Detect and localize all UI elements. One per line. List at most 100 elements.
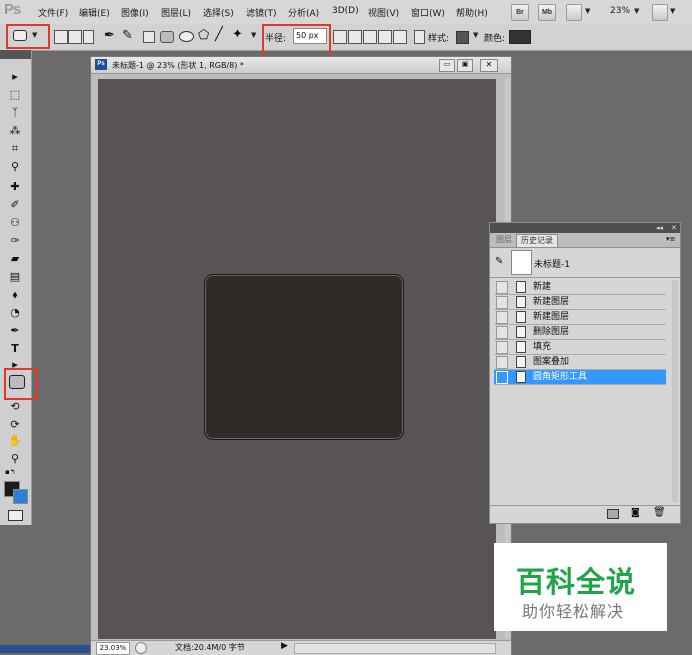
quick-mask-icon[interactable] [8,510,23,521]
menu-select[interactable]: 选择(S) [203,6,234,19]
status-menu-arrow-icon[interactable]: ▶ [281,641,288,651]
snapshot-row[interactable]: ✎ 未标题-1 [490,247,680,278]
tab-layers[interactable]: 图层 [492,234,516,246]
mini-bridge-button[interactable]: Mb [538,4,556,21]
horizontal-scrollbar[interactable] [294,643,496,654]
zoom-level[interactable]: 23% [610,6,630,16]
fill-pixels-icon[interactable] [83,30,94,44]
menu-filter[interactable]: 滤镜(T) [246,6,277,19]
menu-layer[interactable]: 图层(L) [161,6,191,19]
history-step[interactable]: 新建图层 [494,295,666,310]
menu-edit[interactable]: 编辑(E) [79,6,110,19]
history-step-selected[interactable]: 圆角矩形工具 [494,370,666,385]
dodge-tool-icon[interactable]: ◔ [7,306,23,320]
add-shape-area-icon[interactable] [348,30,362,44]
line-shape-icon[interactable]: ╱ [215,27,223,42]
healing-brush-tool-icon[interactable]: ✚ [7,180,23,194]
history-step[interactable]: 图案叠加 [494,355,666,370]
custom-shape-icon[interactable]: ✦ [232,27,243,42]
3d-orbit-tool-icon[interactable]: ⟳ [7,418,23,432]
bridge-button[interactable]: Br [511,4,529,21]
history-step[interactable]: 填充 [494,340,666,355]
3d-rotate-tool-icon[interactable]: ⟲ [7,400,23,414]
menu-view[interactable]: 视图(V) [368,6,399,19]
ellipse-shape-icon[interactable] [179,31,194,42]
pen-tool-icon[interactable]: ✒ [7,324,23,338]
history-step[interactable]: 新建 [494,280,666,295]
clone-stamp-tool-icon[interactable]: ⚇ [7,216,23,230]
history-step-icon [516,326,526,338]
arrange-documents-button[interactable] [652,4,668,21]
radius-input[interactable]: 50 px [293,28,327,44]
move-tool-icon[interactable]: ▸ [7,70,23,84]
subtract-shape-area-icon[interactable] [363,30,377,44]
menu-3d[interactable]: 3D(D) [332,6,359,16]
rounded-rectangle-icon[interactable] [13,30,27,41]
lasso-tool-icon[interactable]: ᛉ [7,106,23,120]
status-info-icon[interactable] [135,642,147,654]
rounded-rectangle-shape-icon[interactable] [160,31,174,43]
background-color-swatch[interactable] [13,489,28,504]
document-title-bar[interactable]: Ps 未标题-1 @ 23% (形状 1, RGB/8) * ▭ ▣ ✕ [91,57,511,74]
menu-analysis[interactable]: 分析(A) [288,6,319,19]
freeform-pen-icon[interactable]: ✎ [122,28,133,43]
link-layer-icon[interactable] [414,30,425,44]
maximize-icon[interactable]: ▣ [457,59,473,72]
panel-menu-icon[interactable]: ▾≡ [666,235,675,243]
exclude-shape-area-icon[interactable] [393,30,407,44]
menu-image[interactable]: 图像(I) [121,6,149,19]
marquee-tool-icon[interactable]: ⬚ [7,88,23,102]
style-swatch[interactable] [456,31,469,44]
camera-snapshot-icon[interactable]: ◙ [631,508,640,518]
chevron-down-icon[interactable]: ▼ [473,31,478,39]
zoom-tool-icon[interactable]: ⚲ [7,452,23,466]
chevron-down-icon[interactable]: ▼ [32,31,37,39]
view-extras-button[interactable] [566,4,582,21]
menu-file[interactable]: 文件(F) [38,6,68,19]
tab-history[interactable]: 历史记录 [516,234,558,247]
history-brush-tool-icon[interactable]: ✑ [7,234,23,248]
menu-window[interactable]: 窗口(W) [411,6,445,19]
history-brush-source-icon[interactable]: ✎ [495,256,503,267]
panel-scrollbar[interactable] [672,280,678,502]
history-step[interactable]: 删除图层 [494,325,666,340]
collapse-icon[interactable]: ◂◂ [656,223,663,233]
gradient-tool-icon[interactable]: ▤ [7,270,23,284]
shape-layers-icon[interactable] [54,30,68,44]
zoom-field[interactable]: 23.03% [96,642,130,655]
eyedropper-tool-icon[interactable]: ⚲ [7,160,23,174]
panel-footer: ◙ 🗑 [490,505,680,522]
pen-tool-icon[interactable]: ✒ [104,28,115,43]
rectangle-shape-icon[interactable] [143,31,155,43]
intersect-shape-area-icon[interactable] [378,30,392,44]
minimize-icon[interactable]: ▭ [439,59,455,72]
polygon-shape-icon[interactable]: ⬠ [198,28,209,43]
brush-tool-icon[interactable]: ✐ [7,198,23,212]
panel-header[interactable]: ◂◂ ✕ [490,223,680,233]
snapshot-thumbnail [511,250,532,275]
crop-tool-icon[interactable]: ⌗ [7,142,23,156]
document-window: Ps 未标题-1 @ 23% (形状 1, RGB/8) * ▭ ▣ ✕ 23.… [90,56,512,655]
rounded-rectangle-shape[interactable] [204,274,404,440]
close-icon[interactable]: ✕ [671,223,677,233]
close-icon[interactable]: ✕ [480,59,498,72]
chevron-down-icon[interactable]: ▼ [585,7,590,15]
default-colors-icon[interactable]: ▪↰ [5,468,16,476]
chevron-down-icon[interactable]: ▼ [670,7,675,15]
rounded-rectangle-tool-icon[interactable] [9,375,25,389]
color-swatch[interactable] [509,30,531,44]
hand-tool-icon[interactable]: ✋ [7,434,23,448]
canvas[interactable] [98,79,496,639]
create-new-shape-icon[interactable] [333,30,347,44]
chevron-down-icon[interactable]: ▼ [251,31,256,39]
quick-selection-tool-icon[interactable]: ⁂ [7,124,23,138]
trash-icon[interactable]: 🗑 [653,507,666,518]
chevron-down-icon[interactable]: ▼ [634,7,639,15]
paths-icon[interactable] [68,30,82,44]
blur-tool-icon[interactable]: ⬧ [7,288,23,302]
menu-help[interactable]: 帮助(H) [456,6,488,19]
history-step[interactable]: 新建图层 [494,310,666,325]
type-tool-icon[interactable]: T [7,342,23,356]
new-document-from-state-icon[interactable] [607,509,619,519]
eraser-tool-icon[interactable]: ▰ [7,252,23,266]
